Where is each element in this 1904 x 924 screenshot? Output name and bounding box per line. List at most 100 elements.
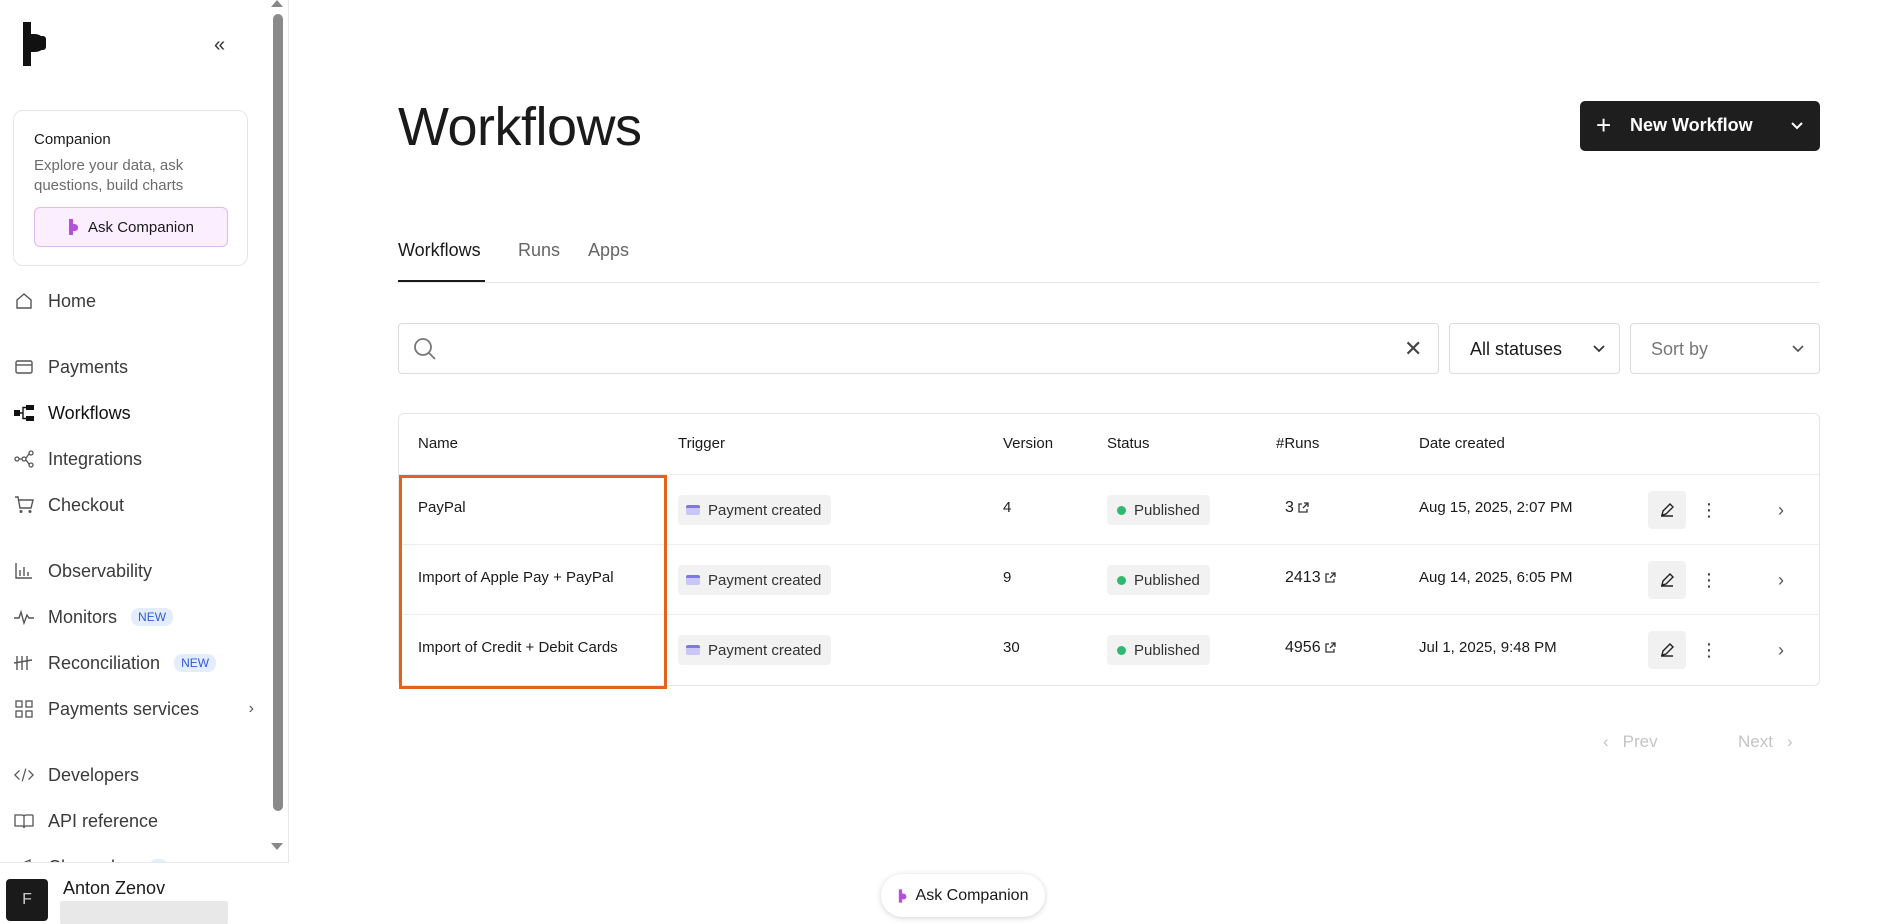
new-workflow-label: New Workflow xyxy=(1630,115,1753,135)
cart-icon xyxy=(14,495,34,515)
sidebar-item-integrations[interactable]: Integrations xyxy=(14,444,254,474)
date-created: Aug 14, 2025, 6:05 PM xyxy=(1419,569,1573,586)
new-workflow-button[interactable]: + New Workflow xyxy=(1580,101,1820,151)
chevron-right-icon[interactable]: › xyxy=(1771,565,1791,595)
sidebar-item-reconciliation[interactable]: Reconciliation NEW xyxy=(14,648,254,678)
integrations-icon xyxy=(14,449,34,469)
sidebar-item-workflows[interactable]: Workflows xyxy=(14,398,254,428)
chevron-left-icon: ‹ xyxy=(1603,732,1609,751)
chevron-down-icon xyxy=(1792,345,1804,353)
runs-count: 2413 xyxy=(1285,569,1321,586)
status-dot xyxy=(1117,645,1126,655)
date-created: Jul 1, 2025, 9:48 PM xyxy=(1419,639,1557,656)
sidebar: « Companion Explore your data, ask quest… xyxy=(0,0,289,924)
tab-runs[interactable]: Runs xyxy=(518,240,560,261)
ask-companion-button[interactable]: Ask Companion xyxy=(34,207,228,247)
sidebar-item-label: Integrations xyxy=(48,448,143,469)
more-options-icon[interactable]: ⋮ xyxy=(1700,635,1718,665)
active-tab-indicator xyxy=(398,280,485,282)
scroll-up-arrow[interactable] xyxy=(271,0,283,7)
sort-by-placeholder: Sort by xyxy=(1651,339,1709,359)
next-page-button[interactable]: Next › xyxy=(1738,732,1793,752)
logo-icon[interactable] xyxy=(20,22,50,66)
scroll-down-arrow[interactable] xyxy=(271,843,283,850)
tab-workflows[interactable]: Workflows xyxy=(398,240,481,261)
column-header-trigger: Trigger xyxy=(678,435,725,452)
edit-button[interactable] xyxy=(1648,631,1686,669)
column-header-version: Version xyxy=(1003,435,1054,452)
status-label: Published xyxy=(1134,501,1200,519)
plus-icon: + xyxy=(1596,110,1612,140)
card-icon xyxy=(686,575,700,585)
status-dot xyxy=(1117,505,1126,515)
companion-icon xyxy=(69,219,79,235)
chevron-down-icon xyxy=(1593,345,1605,353)
table-row[interactable]: Import of Apple Pay + PayPal Payment cre… xyxy=(399,544,1819,614)
column-header-runs: #Runs xyxy=(1276,435,1320,452)
status-badge: Published xyxy=(1107,635,1210,665)
sidebar-item-checkout[interactable]: Checkout xyxy=(14,490,254,520)
edit-button[interactable] xyxy=(1648,491,1686,529)
next-label: Next xyxy=(1738,732,1773,751)
runs-count: 4956 xyxy=(1285,639,1321,656)
companion-description: Explore your data, ask questions, build … xyxy=(34,157,184,194)
search-input[interactable]: ✕ xyxy=(398,323,1439,374)
workflow-name[interactable]: Import of Credit + Debit Cards xyxy=(418,639,618,656)
scrollbar-thumb[interactable] xyxy=(273,14,283,811)
status-badge: Published xyxy=(1107,495,1210,525)
sidebar-item-label: Payments services xyxy=(48,698,200,719)
tab-apps[interactable]: Apps xyxy=(588,240,629,261)
card-icon xyxy=(686,645,700,655)
new-badge: NEW xyxy=(131,608,174,626)
tab-bar: Workflows Runs Apps xyxy=(398,236,1820,283)
external-link-icon xyxy=(1298,502,1309,513)
sidebar-item-home[interactable]: Home xyxy=(14,286,254,316)
sidebar-item-api-reference[interactable]: API reference xyxy=(14,806,254,836)
runs-link[interactable]: 4956 xyxy=(1285,639,1336,657)
avatar[interactable]: F xyxy=(6,879,48,921)
user-name: Anton Zenov xyxy=(63,878,166,898)
status-dot xyxy=(1117,575,1126,585)
user-profile[interactable]: F Anton Zenov xyxy=(0,862,289,924)
companion-title: Companion xyxy=(34,131,111,148)
sidebar-item-payments-services[interactable]: Payments services › xyxy=(14,694,254,724)
sidebar-item-monitors[interactable]: Monitors NEW xyxy=(14,602,254,632)
tally-icon xyxy=(14,653,34,673)
page-title: Workflows xyxy=(398,97,642,157)
sidebar-item-payments[interactable]: Payments xyxy=(14,352,254,382)
code-icon xyxy=(14,765,34,785)
ask-companion-floating-label: Ask Companion xyxy=(915,886,1029,904)
more-options-icon[interactable]: ⋮ xyxy=(1700,565,1718,595)
trigger-label: Payment created xyxy=(708,641,822,659)
prev-page-button[interactable]: ‹ Prev xyxy=(1603,732,1658,752)
sidebar-item-observability[interactable]: Observability xyxy=(14,556,254,586)
ask-companion-floating-button[interactable]: Ask Companion xyxy=(881,874,1045,917)
trigger-tag: Payment created xyxy=(678,495,832,525)
prev-label: Prev xyxy=(1622,732,1658,751)
runs-link[interactable]: 3 xyxy=(1285,499,1309,517)
sort-by-select[interactable]: Sort by xyxy=(1630,323,1820,374)
workflow-name[interactable]: PayPal xyxy=(418,499,466,516)
more-options-icon[interactable]: ⋮ xyxy=(1700,495,1718,525)
runs-link[interactable]: 2413 xyxy=(1285,569,1336,587)
status-filter-select[interactable]: All statuses xyxy=(1449,323,1620,374)
date-created: Aug 15, 2025, 2:07 PM xyxy=(1419,499,1573,516)
home-icon xyxy=(14,291,34,311)
chevron-right-icon: › xyxy=(248,700,254,717)
chevron-right-icon[interactable]: › xyxy=(1771,495,1791,525)
chevron-right-icon[interactable]: › xyxy=(1771,635,1791,665)
table-row[interactable]: Import of Credit + Debit Cards Payment c… xyxy=(399,614,1819,684)
edit-button[interactable] xyxy=(1648,561,1686,599)
table-row[interactable]: PayPal Payment created 4 Published 3 Aug… xyxy=(399,474,1819,544)
sidebar-item-developers[interactable]: Developers xyxy=(14,760,254,790)
column-header-status: Status xyxy=(1107,435,1150,452)
workflow-name[interactable]: Import of Apple Pay + PayPal xyxy=(418,569,614,586)
clear-search-icon[interactable]: ✕ xyxy=(1404,336,1422,362)
search-icon xyxy=(414,338,436,360)
status-label: Published xyxy=(1134,571,1200,589)
collapse-sidebar-icon[interactable]: « xyxy=(214,34,225,57)
user-email-redacted xyxy=(60,901,228,924)
chevron-down-icon[interactable] xyxy=(1790,113,1804,139)
sidebar-item-label: Observability xyxy=(48,560,153,581)
chevron-right-icon: › xyxy=(1786,732,1793,751)
